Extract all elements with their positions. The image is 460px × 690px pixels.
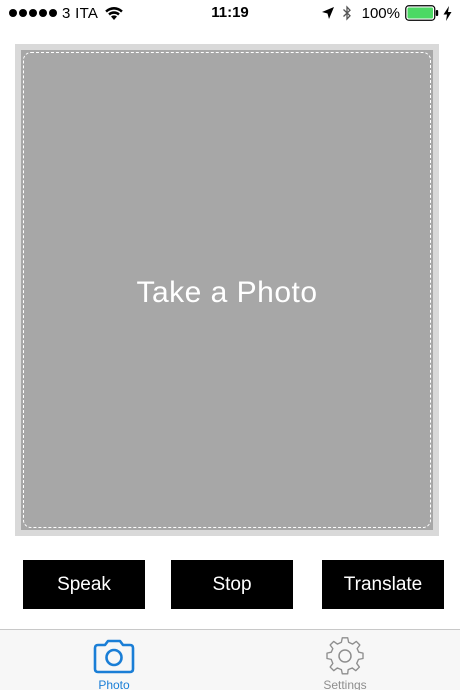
battery-icon	[405, 5, 439, 21]
tab-settings[interactable]: Settings	[285, 630, 405, 690]
stop-button[interactable]: Stop	[171, 560, 293, 609]
battery-percent: 100%	[361, 4, 400, 22]
take-photo-area[interactable]: Take a Photo	[21, 50, 433, 530]
tab-photo[interactable]: Photo	[54, 630, 174, 690]
photo-frame[interactable]: Take a Photo	[15, 44, 439, 536]
status-right: 100%	[321, 4, 452, 22]
status-bar: 3 ITA 11:19 100%	[0, 0, 460, 26]
tab-photo-label: Photo	[98, 678, 130, 690]
bluetooth-icon	[342, 5, 351, 21]
speak-button[interactable]: Speak	[23, 560, 145, 609]
location-icon	[321, 7, 334, 19]
app-screen: 3 ITA 11:19 100% Take a Photo Speak Stop…	[0, 0, 460, 690]
tab-settings-label: Settings	[323, 678, 367, 690]
camera-icon	[93, 639, 135, 674]
charging-bolt-icon	[443, 5, 452, 21]
take-photo-label: Take a Photo	[136, 276, 318, 309]
translate-button[interactable]: Translate	[322, 560, 444, 609]
tab-bar: Photo Settings	[0, 629, 460, 690]
gear-icon	[326, 637, 364, 675]
